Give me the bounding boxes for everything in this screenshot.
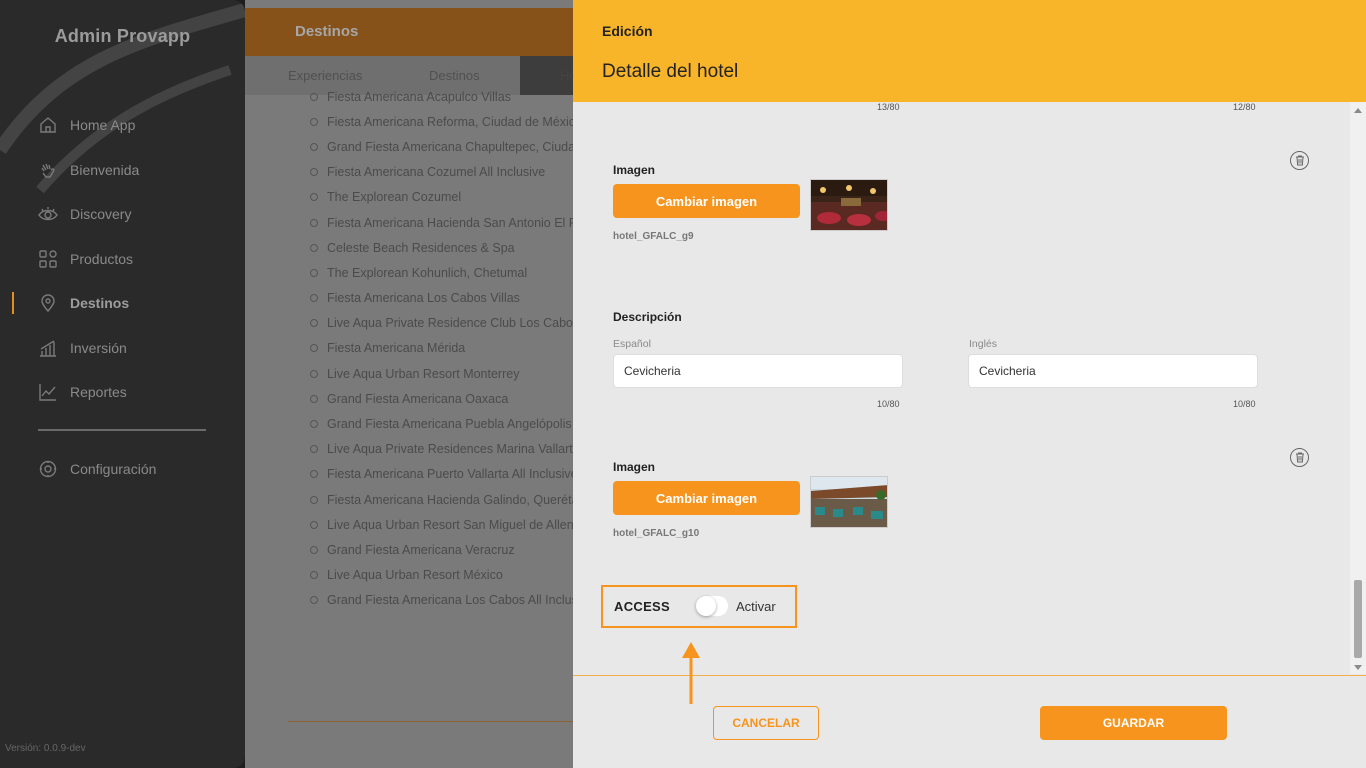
page-title: Destinos (295, 23, 359, 40)
list-item[interactable]: Fiesta Americana Hacienda Galindo, Queré… (310, 487, 575, 512)
list-item[interactable]: Fiesta Americana Los Cabos Villas (310, 286, 575, 311)
scroll-up-arrow[interactable] (1354, 108, 1362, 113)
list-item[interactable]: Fiesta Americana Puerto Vallarta All Inc… (310, 462, 575, 487)
list-item[interactable]: The Explorean Kohunlich, Chetumal (310, 260, 575, 285)
trash-icon (1295, 155, 1304, 166)
description-en-input[interactable] (968, 354, 1258, 388)
background-page: Destinos Experiencias Destinos Ho Fiesta… (245, 0, 575, 768)
modal-title: Detalle del hotel (602, 61, 739, 82)
sidebar-item-productos[interactable]: Productos (38, 242, 133, 276)
app-brand: Admin Provapp (54, 26, 191, 46)
delete-image-button[interactable] (1290, 151, 1309, 170)
image-section-label: Imagen (613, 163, 656, 177)
list-item[interactable]: Celeste Beach Residences & Spa (310, 235, 575, 260)
sidebar-divider (38, 429, 206, 431)
trash-icon (1295, 452, 1304, 463)
scrollbar-thumb[interactable] (1354, 580, 1362, 658)
save-button[interactable]: GUARDAR (1040, 706, 1227, 740)
list-item[interactable]: Live Aqua Urban Resort México (310, 563, 575, 588)
hand-wave-icon (41, 163, 55, 178)
annotation-arrow-icon (682, 642, 700, 704)
list-item[interactable]: Live Aqua Urban Resort San Miguel de All… (310, 512, 575, 537)
sidebar-item-label: Inversión (70, 340, 127, 356)
access-label: ACCESS (614, 599, 670, 614)
sidebar-item-label: Discovery (70, 206, 132, 222)
sidebar: Admin Provapp Home App Bienvenida Discov… (0, 0, 245, 768)
cancel-button[interactable]: CANCELAR (713, 706, 819, 740)
char-counter-en: 12/80 (1233, 102, 1256, 112)
list-item[interactable]: Live Aqua Private Residence Club Los Cab… (310, 311, 575, 336)
sidebar-item-bienvenida[interactable]: Bienvenida (38, 153, 139, 187)
english-label: Inglés (969, 338, 998, 350)
list-item[interactable]: Fiesta Americana Mérida (310, 336, 575, 361)
bar-chart-icon (40, 340, 56, 357)
map-pin-icon (41, 294, 55, 313)
hotel-image-thumbnail (810, 476, 888, 528)
sidebar-item-destinos[interactable]: Destinos (11, 286, 130, 320)
spanish-label: Español (613, 338, 651, 350)
list-item[interactable]: Grand Fiesta Americana Chapultepec, Ciud… (310, 134, 575, 159)
access-toggle-group: ACCESS Activar (601, 585, 797, 628)
scroll-down-arrow[interactable] (1354, 665, 1362, 670)
image-section-label: Imagen (613, 460, 656, 474)
list-item[interactable]: Fiesta Americana Hacienda San Antonio El… (310, 210, 575, 235)
sidebar-item-label: Reportes (70, 384, 127, 400)
image-filename: hotel_GFALC_g10 (613, 528, 700, 539)
sidebar-item-label: Bienvenida (70, 162, 140, 178)
list-item[interactable]: Grand Fiesta Americana Puebla Angelópoli… (310, 411, 575, 436)
char-counter-es: 10/80 (877, 399, 900, 409)
list-item[interactable]: Fiesta Americana Reforma, Ciudad de Méxi… (310, 109, 575, 134)
gear-icon (39, 460, 57, 478)
line-chart-icon (39, 384, 56, 401)
list-item[interactable]: Fiesta Americana Acapulco Villas (310, 84, 575, 109)
tab-destinos[interactable]: Destinos (429, 68, 480, 83)
sidebar-item-configuracion[interactable]: Configuración (38, 452, 156, 486)
modal-eyebrow: Edición (602, 23, 653, 39)
sidebar-item-inversion[interactable]: Inversión (38, 331, 127, 365)
list-item[interactable]: Live Aqua Private Residences Marina Vall… (310, 437, 575, 462)
sidebar-item-label: Productos (70, 251, 134, 267)
list-item[interactable]: Grand Fiesta Americana Los Cabos All Inc… (310, 588, 575, 613)
list-item[interactable]: Live Aqua Urban Resort Monterrey (310, 361, 575, 386)
tab-experiencias[interactable]: Experiencias (288, 68, 362, 83)
char-counter-en: 10/80 (1233, 399, 1256, 409)
list-item[interactable]: Grand Fiesta Americana Oaxaca (310, 386, 575, 411)
modal-scrollbar[interactable] (1350, 102, 1366, 674)
modal-header: Edición Detalle del hotel (573, 0, 1366, 102)
image-filename: hotel_GFALC_g9 (613, 231, 694, 242)
grid-icon (39, 250, 57, 268)
sidebar-item-label: Home App (70, 117, 136, 133)
page-header: Destinos (245, 8, 575, 56)
list-item[interactable]: Grand Fiesta Americana Veracruz (310, 537, 575, 562)
sidebar-item-label: Configuración (70, 461, 157, 477)
sidebar-item-discovery[interactable]: Discovery (38, 197, 131, 231)
version-label: Versión: 0.0.9-dev (5, 743, 86, 754)
sidebar-item-reportes[interactable]: Reportes (38, 375, 127, 409)
list-item[interactable]: Fiesta Americana Cozumel All Inclusive (310, 160, 575, 185)
modal-body: 13/80 12/80 Imagen Cambiar imagen hotel_… (573, 102, 1366, 674)
description-es-input[interactable] (613, 354, 903, 388)
hotel-image-thumbnail (810, 179, 888, 231)
description-label: Descripción (613, 310, 682, 324)
sidebar-item-home-app[interactable]: Home App (38, 108, 135, 142)
change-image-button[interactable]: Cambiar imagen (613, 184, 800, 218)
hotel-list: Fiesta Americana Acapulco Villas Fiesta … (310, 84, 575, 613)
change-image-button[interactable]: Cambiar imagen (613, 481, 800, 515)
delete-image-button[interactable] (1290, 448, 1309, 467)
page-divider (288, 721, 575, 722)
toggle-label: Activar (736, 599, 776, 614)
char-counter-es: 13/80 (877, 102, 900, 112)
list-item[interactable]: The Explorean Cozumel (310, 185, 575, 210)
sidebar-item-label: Destinos (70, 295, 130, 311)
access-toggle-switch[interactable] (696, 596, 728, 616)
eye-icon (38, 207, 58, 221)
home-icon (40, 117, 56, 133)
